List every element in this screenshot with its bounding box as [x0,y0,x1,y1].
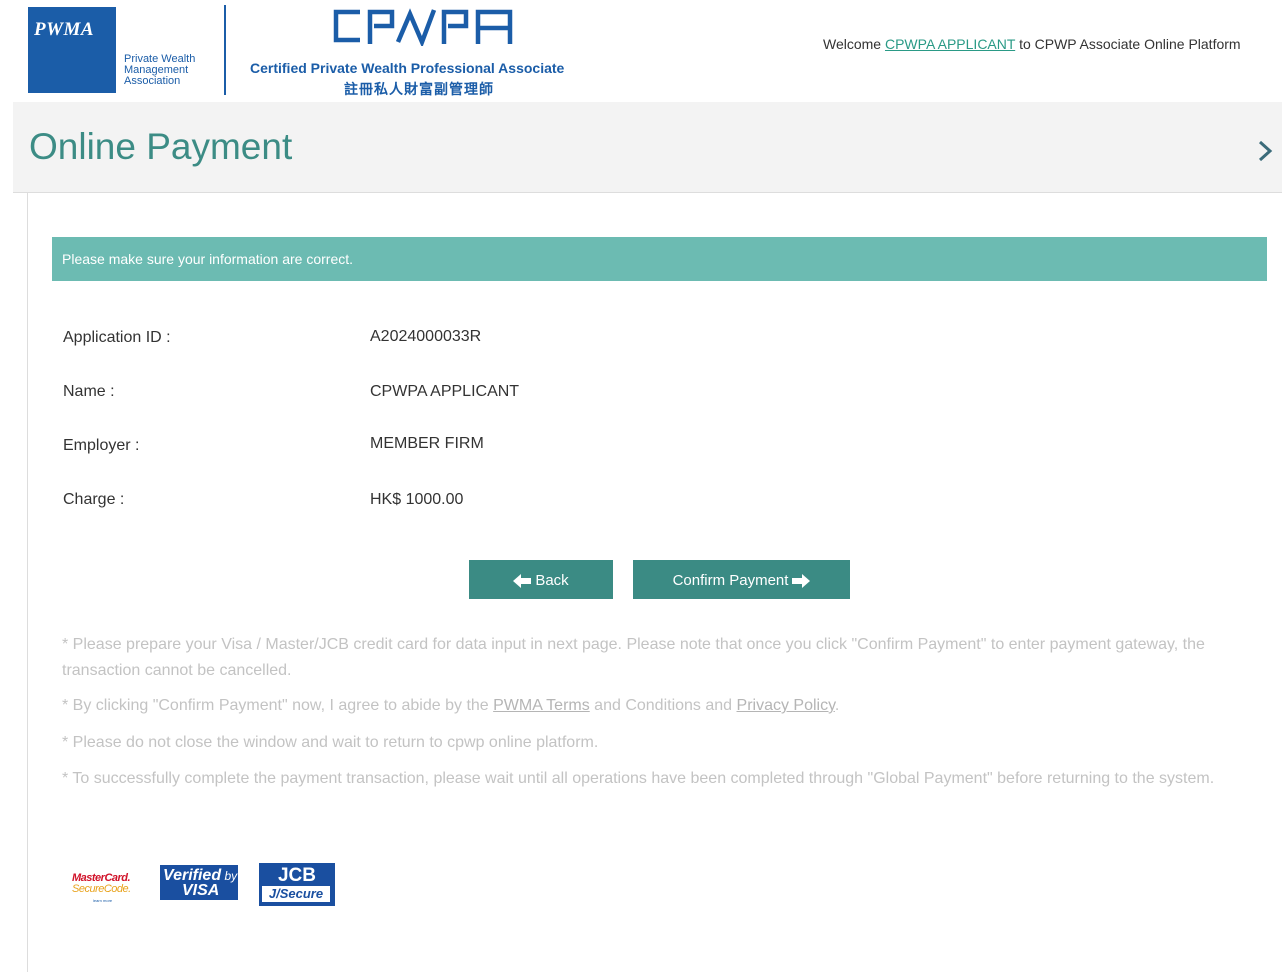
user-link[interactable]: CPWPA APPLICANT [885,36,1015,52]
header-divider [224,5,226,95]
employer-label: Employer : [63,437,140,454]
confirm-payment-label: Confirm Payment [672,572,789,589]
welcome-suffix: to CPWP Associate Online Platform [1015,36,1241,52]
application-id-label: Application ID : [63,329,171,346]
application-id-value: A2024000033R [370,328,482,345]
privacy-policy-link[interactable]: Privacy Policy [737,697,835,714]
note-agree-terms: * By clicking "Confirm Payment" now, I a… [62,693,1252,719]
note-agree-prefix: * By clicking "Confirm Payment" now, I a… [62,697,494,714]
cpwpa-title: Certified Private Wealth Professional As… [250,60,565,76]
note-agree-mid: and Conditions and [589,697,737,714]
cpwpa-logo[interactable] [330,6,520,46]
pwma-logo[interactable]: PWMA [28,7,116,93]
back-button-label: Back [535,572,569,589]
welcome-message: Welcome CPWPA APPLICANT to CPWP Associat… [823,36,1241,52]
visa-by-text: by [224,869,238,883]
employer-value: MEMBER FIRM [370,435,484,452]
confirm-payment-button[interactable]: Confirm Payment [633,560,850,599]
charge-value: HK$ 1000.00 [370,491,464,508]
page-title-bar: Online Payment [13,102,1282,193]
verified-by-visa-logo: Verified by VISA [160,865,238,900]
pwma-logo-text: PWMA [34,19,95,40]
name-value: CPWPA APPLICANT [370,383,520,400]
jcb-jsecure-logo: JCB J/Secure [259,863,335,906]
arrow-right-icon [792,573,811,588]
charge-label: Charge : [63,491,125,508]
note-do-not-close: * Please do not close the window and wai… [62,734,599,751]
jcb-text: JCB [277,865,316,886]
pwma-terms-link[interactable]: PWMA Terms [493,697,590,714]
visa-text: VISA [182,882,220,899]
welcome-prefix: Welcome [823,36,885,52]
cpwpa-chinese-title: 註冊私人財富副管理師 [344,81,494,97]
chevron-right-icon[interactable] [1254,140,1276,162]
mastercard-learn-more[interactable]: learn more [93,898,112,903]
back-button[interactable]: Back [469,560,613,599]
note-agree-suffix: . [834,697,840,714]
note-card-prepare: * Please prepare your Visa / Master/JCB … [62,636,1205,679]
securecode-text: SecureCode. [72,883,131,895]
jsecure-text: J/Secure [262,886,330,902]
page-title: Online Payment [29,126,293,167]
name-label: Name : [63,383,115,400]
pwma-subtitle: Private Wealth Management Association [124,54,195,87]
mastercard-securecode-logo: MasterCard. SecureCode. learn more [69,865,139,903]
notice-banner: Please make sure your information are co… [52,237,1267,281]
notice-text: Please make sure your information are co… [62,251,354,267]
pwma-sub-line-3: Association [124,75,181,87]
arrow-left-icon [513,573,532,588]
note-global-payment: * To successfully complete the payment t… [62,770,1215,787]
site-header: PWMA Private Wealth Management Associati… [0,0,1282,100]
payment-panel: Please make sure your information are co… [27,193,1282,972]
